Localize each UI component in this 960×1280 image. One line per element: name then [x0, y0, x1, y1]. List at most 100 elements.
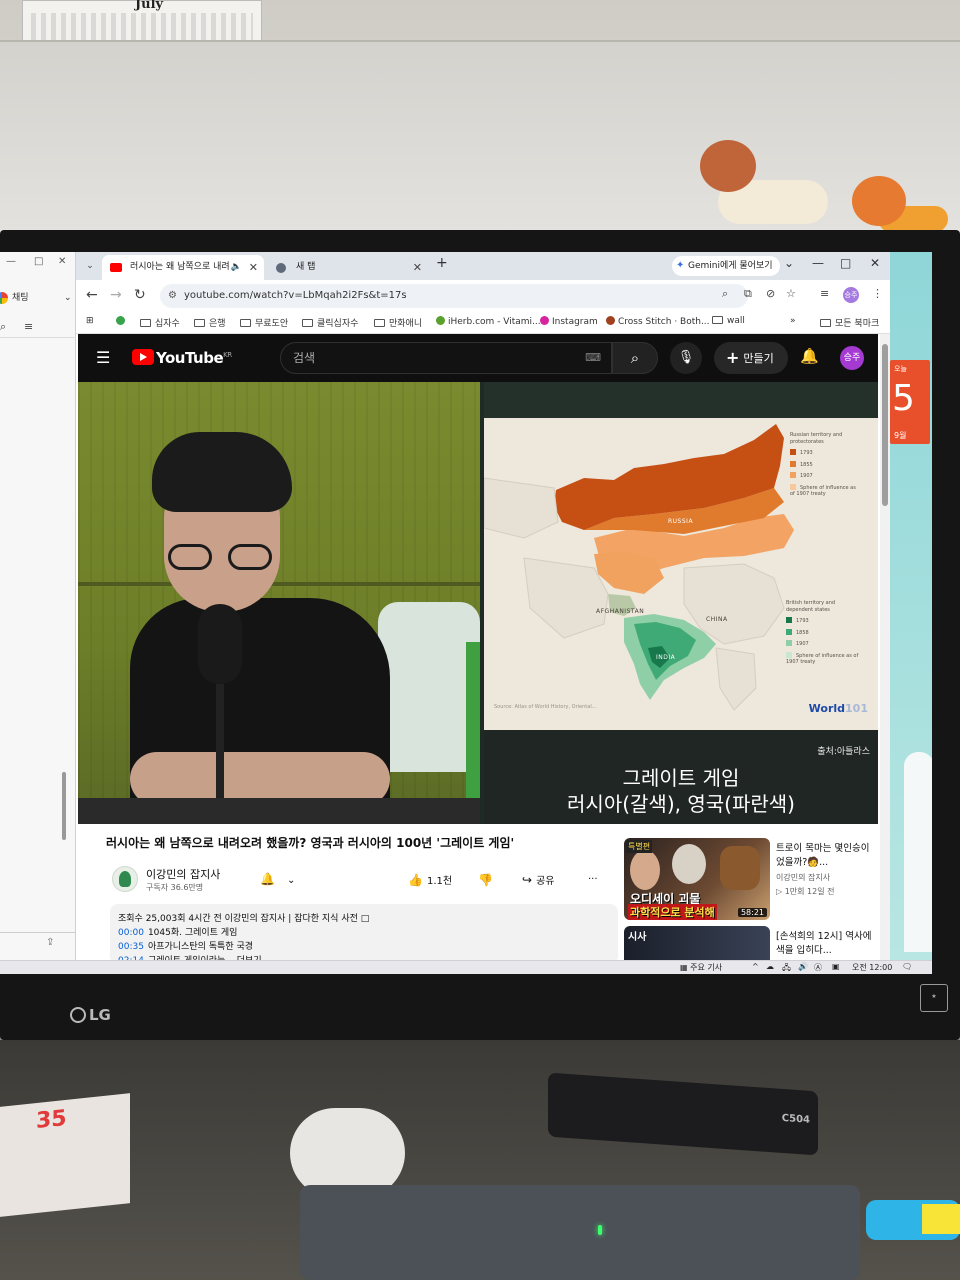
address-bar[interactable]: ⚙ youtube.com/watch?v=LbMqah2i2Fs&t=17s — [160, 284, 748, 308]
notifications-bell-icon[interactable]: 🔔 — [800, 347, 819, 365]
calendar-tray-icon[interactable]: ▣ — [832, 962, 840, 971]
desktop-calendar-widget[interactable]: 오늘 5 9월 — [890, 360, 930, 444]
recommendation-title[interactable]: [손석희의 12시] 역사에 색을 입히다... — [776, 930, 876, 958]
system-clock[interactable]: 오전 12:00 — [852, 962, 892, 973]
notification-icon[interactable]: 🗨 — [902, 962, 912, 971]
chapter-row: 00:00 1045화. 그레이트 게임 — [118, 928, 238, 938]
voice-search-button[interactable]: 🎙 — [670, 342, 702, 374]
legend-britain-1858: 1858 — [786, 628, 860, 637]
video-player[interactable]: Russian territory and protectorates 1793… — [78, 382, 878, 824]
news-widget[interactable]: ▦ 주요 기사 — [680, 962, 722, 973]
search-button[interactable]: ⌕ — [612, 342, 658, 374]
bookmark-star-icon[interactable]: ☆ — [786, 287, 796, 300]
reload-icon[interactable]: ↻ — [134, 287, 146, 303]
reading-list-icon[interactable]: ≡ — [820, 287, 829, 300]
bookmarks-more[interactable]: » — [790, 316, 796, 326]
network-icon[interactable]: 🖧 — [782, 962, 791, 974]
folder-icon — [374, 319, 385, 327]
thumbs-down-icon: 👎 — [478, 873, 493, 887]
search-input[interactable]: 검색 ⌨ — [280, 342, 612, 374]
dislike-button[interactable]: 👎 — [478, 868, 497, 892]
numlock-led — [598, 1225, 602, 1235]
speaker-icon[interactable]: 🔈 — [231, 255, 242, 280]
tray-chevron-icon[interactable]: ^ — [752, 962, 759, 971]
more-actions-button[interactable]: ··· — [588, 868, 598, 892]
more-menu-icon[interactable]: ⋮ — [872, 287, 883, 300]
zoom-icon[interactable]: ⌕ — [722, 287, 728, 301]
close-icon[interactable]: ✕ — [58, 256, 66, 267]
cast-icon[interactable]: ⧉ — [744, 287, 752, 301]
tab-label: 러시아는 왜 남쪽으로 내려 — [130, 262, 230, 272]
bookmark-folder-comics[interactable]: 만화애니 — [374, 316, 422, 329]
site-info-icon[interactable]: ⚙ — [168, 284, 177, 308]
tab-bar: ⌄ 러시아는 왜 남쪽으로 내려 🔈 ✕ 새 탭 ✕ + Gemini에게 물어… — [76, 252, 890, 280]
subscriber-count: 구독자 36.6만명 — [146, 883, 204, 892]
chapter-timestamp[interactable]: 00:35 — [118, 942, 144, 952]
share-button[interactable]: ↪ 공유 — [522, 868, 554, 892]
tab-list-icon[interactable]: ⌄ — [82, 258, 98, 274]
chevron-down-icon[interactable]: ⌄ — [64, 286, 72, 310]
maximize-icon[interactable]: □ — [840, 256, 851, 270]
volume-icon[interactable]: 🔊 — [798, 962, 808, 971]
tab-close-icon[interactable]: ✕ — [249, 255, 258, 280]
great-game-map: Russian territory and protectorates 1793… — [484, 418, 878, 730]
create-button[interactable]: + 만들기 — [714, 342, 788, 374]
recommendation-title[interactable]: 트로이 목마는 몇인승이었을까?🧑... — [776, 842, 876, 870]
tab-youtube-video[interactable]: 러시아는 왜 남쪽으로 내려 🔈 ✕ — [102, 255, 264, 280]
bookmark-folder-click-sipjasu[interactable]: 클릭십자수 — [302, 316, 358, 329]
bookmark-folder-bank[interactable]: 은행 — [194, 316, 226, 329]
minimize-icon[interactable]: — — [6, 256, 16, 267]
keyboard-icon[interactable]: ⌨ — [585, 343, 601, 373]
bookmark-folder-all[interactable]: 모든 북마크 — [820, 316, 879, 329]
search-icon[interactable]: ⌕ — [0, 320, 6, 334]
forward-arrow-icon[interactable]: → — [110, 287, 122, 303]
bookmark-folder-sipjasu[interactable]: 십자수 — [140, 316, 180, 329]
bookmark-folder-wall[interactable]: wall — [712, 316, 745, 326]
tab-close-icon[interactable]: ✕ — [413, 255, 422, 280]
recommendation-item[interactable]: 특별편 오디세이 괴물 과학적으로 분석해 58:21 트로이 목마는 몇인승이… — [624, 838, 876, 922]
share-icon[interactable]: ⇪ — [46, 937, 54, 948]
channel-avatar[interactable] — [112, 866, 138, 892]
youtube-page: ☰ YouTubeKR 검색 ⌨ ⌕ 🎙 + 만들기 🔔 승주 Russian … — [76, 334, 890, 966]
hamburger-menu-icon[interactable]: ☰ — [96, 348, 110, 367]
like-button[interactable]: 👍 1.1천 — [408, 868, 452, 892]
cloud-icon[interactable]: ☁ — [766, 962, 774, 971]
close-icon[interactable]: ✕ — [870, 256, 880, 270]
caption-line-2: 러시아(갈색), 영국(파란색) — [567, 792, 795, 816]
bookmark-folder-free-patterns[interactable]: 무료도안 — [240, 316, 288, 329]
bookmark-cross-stitch[interactable]: Cross Stitch · Both... — [606, 316, 710, 327]
side-window-scrollbar[interactable] — [62, 772, 66, 840]
gemini-ask-button[interactable]: Gemini에게 물어보기 — [672, 256, 780, 276]
eye-off-icon[interactable]: ⊘ — [766, 287, 775, 300]
tab-new-tab[interactable]: 새 탭 ✕ — [268, 255, 428, 280]
bell-icon: 🔔 — [260, 872, 275, 886]
thumb-person — [630, 850, 660, 890]
menu-icon[interactable]: ≡ — [24, 320, 33, 333]
side-window-chat-tab[interactable]: 채팅 ⌄ — [0, 286, 76, 310]
profile-avatar[interactable]: 승주 — [843, 287, 859, 303]
window-collapse-icon[interactable]: ⌄ — [784, 256, 794, 270]
scrollbar-thumb[interactable] — [882, 344, 888, 506]
monitor-brand-text: LG — [89, 1006, 111, 1024]
chapter-timestamp[interactable]: 00:00 — [118, 928, 144, 938]
minimize-icon[interactable]: — — [812, 256, 824, 270]
maximize-icon[interactable]: □ — [34, 256, 43, 267]
channel-name[interactable]: 이강민의 잡지사 — [146, 866, 220, 882]
subscription-bell-button[interactable]: 🔔 ⌄ — [254, 866, 302, 892]
cross-stitch-favicon-icon — [606, 316, 615, 325]
new-tab-plus-icon[interactable]: + — [436, 255, 448, 271]
youtube-logo[interactable]: YouTubeKR — [132, 349, 232, 367]
ime-indicator[interactable]: Ⓐ — [814, 962, 822, 973]
back-arrow-icon[interactable]: ← — [86, 287, 98, 303]
bookmark-iherb[interactable]: iHerb.com - Vitami... — [436, 316, 541, 327]
apps-grid-icon[interactable]: ⊞ — [86, 316, 94, 326]
account-avatar[interactable]: 승주 — [840, 346, 864, 370]
legend-britain-1907: 1907 — [786, 640, 860, 648]
folder-icon — [820, 319, 831, 327]
description-box[interactable]: 조회수 25,003회 4시간 전 이강민의 잡지사 | 잡다한 지식 사전 □… — [110, 904, 618, 964]
recommendation-thumbnail[interactable]: 특별편 오디세이 괴물 과학적으로 분석해 58:21 — [624, 838, 770, 920]
page-scrollbar[interactable] — [880, 334, 890, 960]
bookmark-instagram[interactable]: Instagram — [540, 316, 598, 327]
wall-calendar-dates — [31, 13, 253, 43]
bookmark-site[interactable] — [116, 316, 128, 327]
